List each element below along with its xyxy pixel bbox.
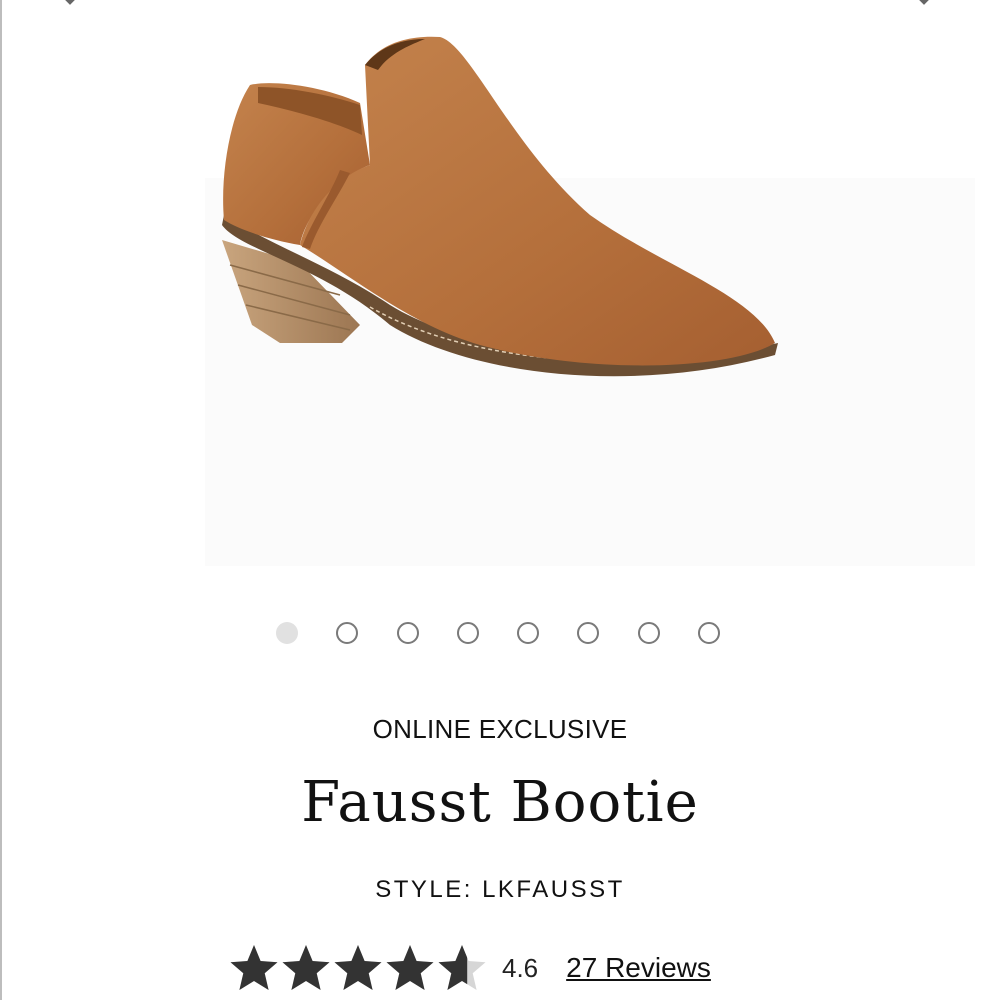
carousel-pagination [276, 622, 721, 644]
star-icon [438, 945, 486, 990]
star-icon [386, 945, 434, 990]
carousel-dot[interactable] [336, 622, 359, 644]
carousel-dot[interactable] [396, 622, 419, 644]
chevron-right-icon[interactable] [914, 0, 936, 8]
product-image[interactable] [210, 25, 790, 415]
online-exclusive-badge: ONLINE EXCLUSIVE [372, 714, 628, 744]
star-icon [334, 945, 382, 990]
product-style-code: STYLE: LKFAUSST [375, 876, 625, 903]
rating-value: 4.6 [502, 952, 539, 983]
carousel-dot[interactable] [637, 622, 660, 644]
reviews-link[interactable]: 27 Reviews [566, 952, 711, 984]
star-rating [228, 942, 488, 994]
carousel-dot[interactable] [517, 622, 540, 644]
rating-summary: 4.6 27 Reviews [228, 940, 711, 996]
star-icon [230, 945, 278, 990]
chevron-left-icon[interactable] [58, 0, 80, 8]
carousel-dot[interactable] [456, 622, 479, 644]
product-title: Fausst Bootie [301, 770, 699, 835]
left-edge-rule [0, 0, 2, 1000]
carousel-dot[interactable] [698, 622, 721, 644]
carousel-dot[interactable] [577, 622, 600, 644]
carousel-dot[interactable] [276, 622, 298, 644]
star-icon [282, 945, 330, 990]
